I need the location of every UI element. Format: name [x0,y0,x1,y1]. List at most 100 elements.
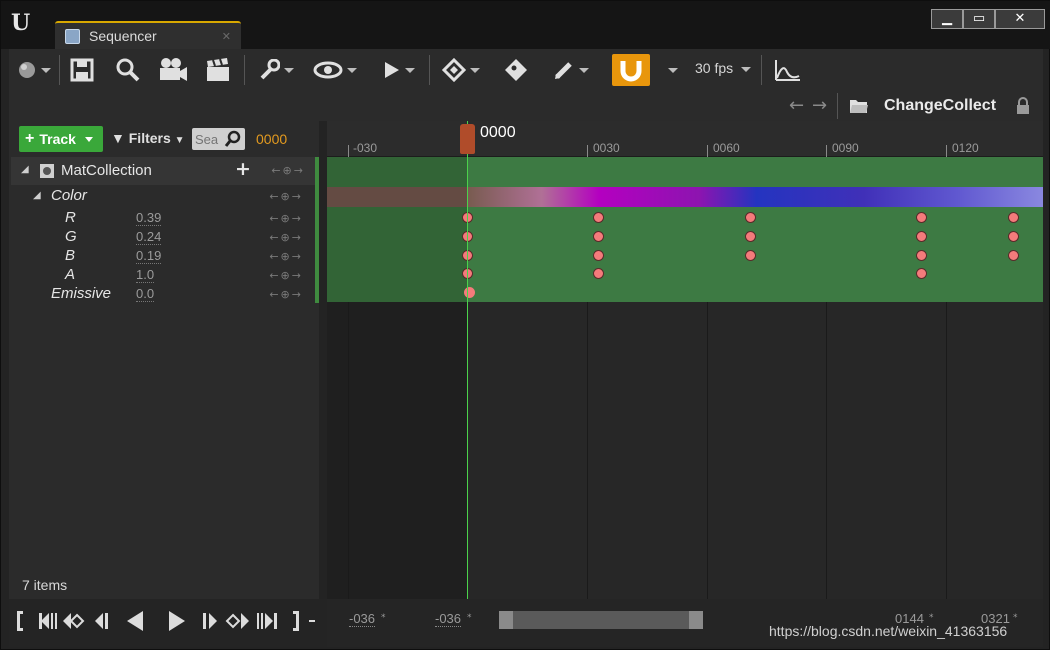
add-subtrack-icon[interactable]: + [235,158,251,180]
current-time-field[interactable]: 0000 [256,131,287,147]
step-back-key-icon[interactable] [39,613,57,629]
time-ruler[interactable]: -030 0030 0060 0090 0120 [327,121,1043,157]
step-back-frame-icon[interactable] [95,613,108,629]
add-track-button[interactable]: + Track [19,126,103,152]
key-navigation[interactable]: ←⊕→ [269,250,303,263]
track-row-g[interactable]: G 0.24 ←⊕→ [9,228,315,247]
wrench-icon [260,59,280,80]
curve-editor-button[interactable] [771,56,803,84]
playhead-handle[interactable] [460,124,475,154]
unreal-logo-icon: U [11,10,31,36]
tick-label: 0090 [832,141,859,155]
folder-icon [850,100,868,113]
close-button[interactable]: ✕ [995,9,1045,29]
magnet-icon [620,61,642,82]
key-navigation[interactable]: ←⊕→ [271,164,305,177]
key-navigation[interactable]: ←⊕→ [269,269,303,282]
snap-options-dropdown[interactable] [661,56,681,84]
fps-selector[interactable]: 30 fps [695,60,733,76]
loop-icon[interactable] [309,620,315,622]
param-value[interactable]: 0.19 [136,248,162,264]
watermark: https://blog.csdn.net/weixin_41363156 [769,623,1008,639]
key-tag-icon [505,59,527,81]
chevron-down-icon [84,136,93,142]
forward-arrow-icon[interactable]: → [812,95,827,116]
search-box[interactable] [192,128,245,150]
settings-button[interactable] [254,56,298,84]
param-value[interactable]: 0.39 [136,210,162,226]
keyframe[interactable] [745,231,756,242]
go-to-end-icon[interactable] [293,611,299,631]
track-row-color[interactable]: ◢ Color ←⊕→ [9,187,315,206]
keyframe[interactable] [745,212,756,223]
keyframe[interactable] [1008,231,1019,242]
step-forward-key-icon[interactable] [257,613,277,629]
edit-tool-button[interactable] [549,56,593,84]
keyframe[interactable] [745,250,756,261]
go-to-start-icon[interactable] [17,611,23,631]
camera-button[interactable] [157,56,189,84]
playback-options-button[interactable] [379,56,419,84]
lock-icon[interactable] [1015,97,1031,115]
breadcrumb-bar: ← → ChangeCollect [9,91,1043,121]
filters-label: Filters [128,130,171,146]
keyframe[interactable] [593,268,604,279]
tick-label: 0030 [593,141,620,155]
view-options-button[interactable] [311,56,359,84]
asterisk: * [1013,613,1018,623]
track-row-matcollection[interactable]: ◢ MatCollection + ←⊕→ [11,157,317,185]
param-value[interactable]: 0.24 [136,229,162,245]
tick-label: -030 [353,141,378,155]
play-reverse-icon[interactable] [127,611,143,631]
timeline-area[interactable]: -030 0030 0060 0090 0120 0000 [327,121,1043,599]
keyframe[interactable] [464,287,475,298]
param-value[interactable]: 1.0 [136,267,155,283]
track-row-emissive[interactable]: Emissive 0.0 ←⊕→ [9,285,315,304]
playback-start-field[interactable]: -036 [349,611,376,627]
save-button[interactable] [67,56,97,84]
maximize-button[interactable]: ▭ [963,9,995,29]
render-movie-button[interactable] [203,56,233,84]
track-row-a[interactable]: A 1.0 ←⊕→ [9,266,315,285]
keyframe[interactable] [916,231,927,242]
timeline-scrollbar[interactable] [499,611,703,629]
step-forward-frame-icon[interactable] [203,613,217,629]
material-collection-icon [40,164,54,178]
keyframe[interactable] [916,212,927,223]
filters-button[interactable]: ▼ Filters ▼ [111,130,185,146]
keyframe[interactable] [593,212,604,223]
browse-button[interactable] [113,56,143,84]
track-row-b[interactable]: B 0.19 ←⊕→ [9,247,315,266]
expand-arrow-icon[interactable]: ◢ [33,190,41,201]
tab-sequencer[interactable]: Sequencer ✕ [55,21,241,49]
key-navigation[interactable]: ←⊕→ [269,212,303,225]
tab-close-icon[interactable]: ✕ [222,30,231,43]
asterisk: * [381,613,386,623]
view-start-field[interactable]: -036 [435,611,462,627]
keyframe[interactable] [916,250,927,261]
play-forward-icon[interactable] [169,611,185,631]
keyframe[interactable] [916,268,927,279]
track-row-r[interactable]: R 0.39 ←⊕→ [9,209,315,228]
key-interpolation-button[interactable] [439,56,483,84]
sequence-name[interactable]: ChangeCollect [884,97,996,115]
emissive-value[interactable]: 0.0 [136,286,155,302]
key-navigation[interactable]: ←⊕→ [269,231,303,244]
key-tag-button[interactable] [501,56,531,84]
keyframe[interactable] [593,231,604,242]
minimize-button[interactable]: ▁ [931,9,963,29]
key-navigation[interactable]: ←⊕→ [269,190,303,203]
world-button[interactable] [15,56,53,84]
expand-arrow-icon[interactable]: ◢ [21,164,29,175]
sequencer-tab-icon [65,29,80,44]
keyframe[interactable] [593,250,604,261]
back-arrow-icon[interactable]: ← [789,95,804,116]
next-key-icon[interactable] [225,613,249,629]
snap-toggle[interactable] [612,54,650,86]
keyframe[interactable] [1008,250,1019,261]
search-input[interactable] [195,130,223,148]
keyframe[interactable] [1008,212,1019,223]
key-navigation[interactable]: ←⊕→ [269,288,303,301]
prev-key-icon[interactable] [63,613,85,629]
world-icon [19,62,35,78]
